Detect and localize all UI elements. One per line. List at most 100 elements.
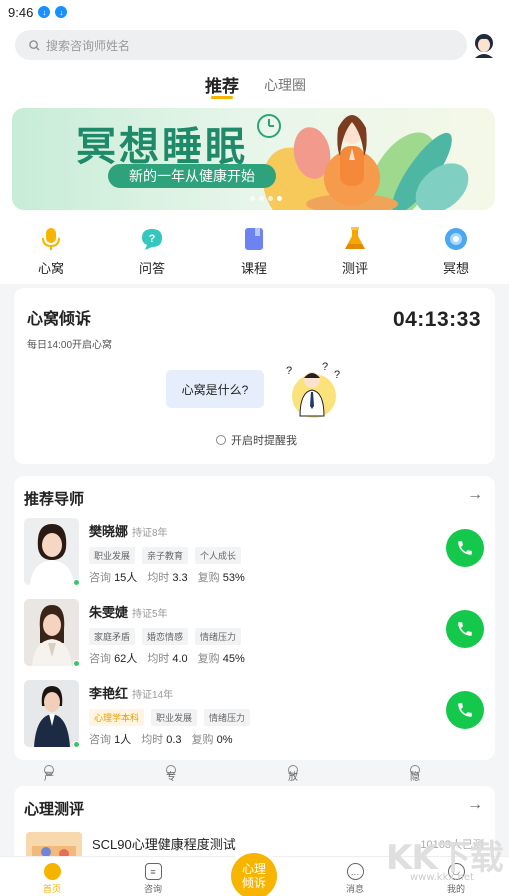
stat-repeat: 0% bbox=[216, 734, 233, 746]
quick-nav-xinwo[interactable]: 心窝 bbox=[21, 226, 81, 277]
svg-text:?: ? bbox=[334, 369, 340, 381]
quick-nav-label: 课程 bbox=[240, 261, 267, 276]
stat-repeat: 53% bbox=[222, 572, 245, 584]
xinwo-card[interactable]: 心窝倾诉 每日14:00开启心窝 04:13:33 心窝是什么? ? ? ? 开… bbox=[14, 288, 495, 464]
mentor-item[interactable]: 樊晓娜 持证8年 职业发展 亲子教育 个人成长 咨询 15人 均时 3.3 复购… bbox=[24, 518, 484, 588]
banner-section: 冥想睡眠 新的一年从健康开始 bbox=[0, 106, 509, 214]
arrow-right-icon[interactable]: → bbox=[467, 796, 483, 814]
mentor-item[interactable]: 李艳红 持证14年 心理学本科 职业发展 情绪压力 咨询 1人 均时 0.3 复… bbox=[24, 680, 484, 750]
quick-nav-qa[interactable]: ? 问答 bbox=[122, 226, 182, 277]
stat-hour: 0.3 bbox=[166, 734, 182, 746]
online-status-dot bbox=[73, 741, 80, 748]
guarantee-item: 严选师资 bbox=[44, 765, 57, 828]
quick-nav-test[interactable]: 测评 bbox=[325, 226, 385, 277]
stat-label: 咨询 bbox=[89, 653, 111, 665]
stat-label: 咨询 bbox=[89, 572, 111, 584]
banner-carousel[interactable]: 冥想睡眠 新的一年从健康开始 bbox=[12, 108, 495, 210]
tab-indicator bbox=[211, 96, 233, 99]
search-input[interactable]: 搜索咨询师姓名 bbox=[15, 30, 467, 60]
mentor-item[interactable]: 朱雯婕 持证5年 家庭矛盾 婚恋情感 情绪压力 咨询 62人 均时 4.0 复购… bbox=[24, 599, 484, 669]
mentor-tag: 职业发展 bbox=[89, 547, 136, 564]
xinwo-subtitle: 每日14:00开启心窝 bbox=[27, 340, 113, 351]
bottom-nav-label: 咨询 bbox=[143, 884, 162, 894]
test-name: SCL90心理健康程度测试 bbox=[92, 837, 236, 852]
mentor-cert: 持证14年 bbox=[132, 690, 174, 701]
thinking-person-illustration: ? ? ? bbox=[286, 361, 340, 418]
quick-nav-label: 心窝 bbox=[37, 261, 64, 276]
watermark-logo: KK下载 www.kkx.net bbox=[386, 830, 504, 883]
mentor-avatar bbox=[24, 518, 79, 585]
quick-nav-meditation[interactable]: 冥想 bbox=[426, 226, 486, 277]
quick-nav: 心窝 ? 问答 课程 测评 冥想 bbox=[0, 214, 509, 284]
guarantee-item: 专业咨询 bbox=[166, 765, 179, 828]
quick-nav-course[interactable]: 课程 bbox=[224, 226, 284, 277]
bottom-nav-messages[interactable]: … 消息 bbox=[330, 863, 380, 895]
mentors-title: 推荐导师 bbox=[24, 491, 85, 508]
stat-repeat: 45% bbox=[222, 653, 245, 665]
call-button[interactable] bbox=[446, 610, 484, 648]
radio-icon[interactable] bbox=[216, 435, 226, 445]
book-icon bbox=[241, 226, 267, 252]
mentors-card: 推荐导师 → 樊晓娜 持证8年 职业发展 亲子教育 个人成长 咨询 15人 均时… bbox=[14, 476, 495, 760]
mentor-name: 樊晓娜 bbox=[89, 524, 129, 539]
svg-text:?: ? bbox=[149, 233, 156, 245]
bottom-nav-label: 首页 bbox=[42, 884, 61, 894]
stat-hour: 4.0 bbox=[172, 653, 188, 665]
banner-pagination bbox=[250, 196, 282, 201]
mentor-stats: 咨询 62人 均时 4.0 复购 45% bbox=[89, 650, 245, 666]
mentor-tag: 职业发展 bbox=[151, 709, 198, 726]
mentor-tags: 职业发展 亲子教育 个人成长 bbox=[89, 547, 242, 564]
stat-label: 咨询 bbox=[89, 734, 111, 746]
quick-nav-label: 冥想 bbox=[442, 261, 469, 276]
microphone-icon bbox=[38, 226, 64, 252]
svg-text:?: ? bbox=[322, 361, 328, 373]
profile-avatar-icon[interactable] bbox=[473, 32, 495, 58]
banner-subtitle: 新的一年从健康开始 bbox=[108, 164, 276, 188]
arrow-right-icon[interactable]: → bbox=[467, 486, 483, 504]
watermark-url: www.kkx.net bbox=[410, 872, 474, 883]
guarantee-bar: 严选师资 专业咨询 放心价格 隐私保障 bbox=[0, 762, 509, 828]
top-bar: 搜索咨询师姓名 推荐 心理圈 bbox=[0, 24, 509, 106]
stat-hour: 3.3 bbox=[172, 572, 188, 584]
xinwo-what-bubble[interactable]: 心窝是什么? bbox=[166, 370, 264, 408]
banner-dot[interactable] bbox=[259, 196, 264, 201]
guarantee-item: 放心价格 bbox=[288, 765, 301, 828]
tab-recommend[interactable]: 推荐 bbox=[205, 72, 239, 97]
call-button[interactable] bbox=[446, 529, 484, 567]
stat-label: 复购 bbox=[191, 734, 214, 746]
phone-icon bbox=[458, 703, 472, 717]
stat-consult: 15人 bbox=[114, 572, 138, 584]
mentor-tags: 心理学本科 职业发展 情绪压力 bbox=[89, 709, 251, 726]
stat-label: 均时 bbox=[147, 572, 170, 584]
call-button[interactable] bbox=[446, 691, 484, 729]
mentor-name: 朱雯婕 bbox=[89, 605, 129, 620]
tests-title: 心理测评 bbox=[24, 801, 85, 818]
status-bar: 9:46 ↓ ↓ bbox=[0, 0, 509, 24]
stat-consult: 62人 bbox=[114, 653, 138, 665]
flask-icon bbox=[342, 226, 368, 252]
mentor-cert: 持证8年 bbox=[132, 528, 168, 539]
banner-dot[interactable] bbox=[250, 196, 255, 201]
search-placeholder: 搜索咨询师姓名 bbox=[46, 38, 131, 53]
xinwo-countdown: 04:13:33 bbox=[392, 308, 481, 331]
remind-toggle[interactable]: 开启时提醒我 bbox=[216, 432, 297, 448]
mentor-tag: 亲子教育 bbox=[142, 547, 189, 564]
download-icon: ↓ bbox=[38, 6, 51, 18]
stat-label: 复购 bbox=[197, 653, 220, 665]
download-icon: ↓ bbox=[55, 6, 68, 18]
tab-psych-circle[interactable]: 心理圈 bbox=[264, 75, 306, 95]
bottom-nav-center-label: 心理倾诉 bbox=[241, 861, 266, 890]
online-status-dot bbox=[73, 579, 80, 586]
bottom-nav-consult[interactable]: ≡ 咨询 bbox=[128, 863, 178, 895]
mentor-avatar bbox=[24, 680, 79, 747]
bottom-nav-talk-button[interactable]: 心理倾诉 bbox=[231, 853, 277, 896]
mentor-tags: 家庭矛盾 婚恋情感 情绪压力 bbox=[89, 628, 242, 645]
mentor-name: 李艳红 bbox=[89, 686, 129, 701]
banner-dot-active[interactable] bbox=[277, 196, 282, 201]
stat-label: 均时 bbox=[147, 653, 170, 665]
mentor-stats: 咨询 1人 均时 0.3 复购 0% bbox=[89, 731, 233, 747]
phone-icon bbox=[458, 622, 472, 636]
banner-dot[interactable] bbox=[268, 196, 273, 201]
bottom-nav-home[interactable]: 首页 bbox=[27, 863, 77, 895]
xinwo-title: 心窝倾诉 bbox=[27, 311, 92, 328]
